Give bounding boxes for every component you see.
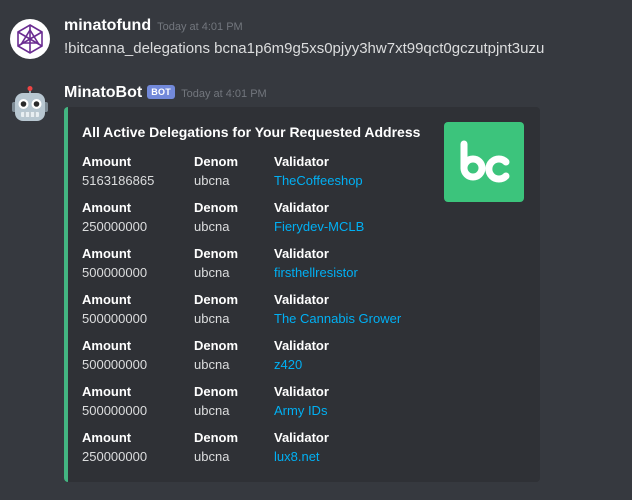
denom-value: ubcna <box>194 449 230 464</box>
message-content: !bitcanna_delegations bcna1p6m9g5xs0pjyy… <box>64 40 545 57</box>
message-header-bot: MinatoBot BOT Today at 4:01 PM <box>64 84 267 102</box>
validator-label: Validator <box>274 338 329 353</box>
validator-label: Validator <box>274 154 329 169</box>
validator-link[interactable]: z420 <box>274 355 329 375</box>
delegation-row: Amount 500000000 Denom ubcna Validator Army… <box>82 383 382 429</box>
denom-label: Denom <box>194 292 239 307</box>
amount-value: 250000000 <box>82 449 148 464</box>
bot-badge: BOT <box>147 85 176 99</box>
amount-label: Amount <box>82 384 132 399</box>
denom-value: ubcna <box>194 311 230 326</box>
denom-value: ubcna <box>194 219 230 234</box>
delegations-embed: All Active Delegations for Your Requeste… <box>64 107 540 482</box>
amount-label: Amount <box>82 338 132 353</box>
username-minatobot[interactable]: MinatoBot <box>64 84 142 101</box>
avatar-minatofund[interactable] <box>10 19 50 59</box>
denom-field: Denom ubcna <box>194 153 238 191</box>
amount-label: Amount <box>82 200 132 215</box>
validator-link[interactable]: The Cannabis Grower <box>274 309 401 329</box>
validator-field: Validator TheCoffeeshop <box>274 153 363 191</box>
validator-link[interactable]: TheCoffeeshop <box>274 171 363 191</box>
denom-field: Denom ubcna <box>194 199 238 237</box>
validator-field: Validator firsthellresistor <box>274 245 358 283</box>
polygon-logo-icon <box>11 20 49 58</box>
amount-value: 250000000 <box>82 219 148 234</box>
denom-field: Denom ubcna <box>194 383 238 421</box>
delegation-row: Amount 500000000 Denom ubcna Validator The … <box>82 291 401 337</box>
validator-label: Validator <box>274 200 329 215</box>
message-header-user: minatofund Today at 4:01 PM <box>64 17 243 35</box>
bitcanna-logo-icon <box>460 140 510 183</box>
amount-label: Amount <box>82 292 132 307</box>
amount-field: Amount 5163186865 <box>82 153 154 191</box>
denom-field: Denom ubcna <box>194 245 238 283</box>
validator-field: Validator z420 <box>274 337 329 375</box>
username-minatofund[interactable]: minatofund <box>64 17 151 34</box>
denom-value: ubcna <box>194 265 230 280</box>
denom-label: Denom <box>194 246 239 261</box>
denom-label: Denom <box>194 154 239 169</box>
denom-field: Denom ubcna <box>194 337 238 375</box>
denom-value: ubcna <box>194 403 230 418</box>
denom-value: ubcna <box>194 357 230 372</box>
delegation-row: Amount 250000000 Denom ubcna Validator lux8… <box>82 429 382 475</box>
amount-value: 500000000 <box>82 311 148 326</box>
validator-label: Validator <box>274 384 329 399</box>
validator-field: Validator The Cannabis Grower <box>274 291 401 329</box>
denom-field: Denom ubcna <box>194 291 238 329</box>
delegation-row: Amount 250000000 Denom ubcna Validator Fier… <box>82 199 382 245</box>
validator-label: Validator <box>274 292 329 307</box>
message-timestamp: Today at 4:01 PM <box>181 88 267 100</box>
validator-field: Validator Army IDs <box>274 383 329 421</box>
embed-thumbnail[interactable] <box>444 122 524 202</box>
amount-value: 5163186865 <box>82 173 155 188</box>
amount-field: Amount 500000000 <box>82 245 147 283</box>
amount-value: 500000000 <box>82 403 148 418</box>
validator-label: Validator <box>274 246 329 261</box>
embed-title: All Active Delegations for Your Requeste… <box>82 124 421 140</box>
delegation-row: Amount 5163186865 Denom ubcna Validator The… <box>82 153 382 199</box>
denom-label: Denom <box>194 430 239 445</box>
delegation-list: Amount 5163186865 Denom ubcna Validator The… <box>82 153 401 475</box>
denom-value: ubcna <box>194 173 230 188</box>
validator-link[interactable]: Fierydev-MCLB <box>274 217 364 237</box>
validator-link[interactable]: firsthellresistor <box>274 263 358 283</box>
validator-field: Validator Fierydev-MCLB <box>274 199 364 237</box>
amount-field: Amount 500000000 <box>82 383 147 421</box>
avatar-minatobot[interactable] <box>10 86 50 126</box>
denom-label: Denom <box>194 200 239 215</box>
denom-label: Denom <box>194 338 239 353</box>
amount-field: Amount 500000000 <box>82 337 147 375</box>
amount-value: 500000000 <box>82 265 148 280</box>
validator-link[interactable]: lux8.net <box>274 447 329 467</box>
amount-field: Amount 500000000 <box>82 291 147 329</box>
validator-label: Validator <box>274 430 329 445</box>
amount-field: Amount 250000000 <box>82 429 147 467</box>
validator-field: Validator lux8.net <box>274 429 329 467</box>
denom-field: Denom ubcna <box>194 429 238 467</box>
amount-value: 500000000 <box>82 357 148 372</box>
delegation-row: Amount 500000000 Denom ubcna Validator firs… <box>82 245 382 291</box>
validator-link[interactable]: Army IDs <box>274 401 329 421</box>
delegation-row: Amount 500000000 Denom ubcna Validator z420 <box>82 337 382 383</box>
amount-field: Amount 250000000 <box>82 199 147 237</box>
amount-label: Amount <box>82 430 132 445</box>
robot-icon <box>12 86 48 121</box>
amount-label: Amount <box>82 154 132 169</box>
message-timestamp: Today at 4:01 PM <box>157 21 243 33</box>
amount-label: Amount <box>82 246 132 261</box>
denom-label: Denom <box>194 384 239 399</box>
